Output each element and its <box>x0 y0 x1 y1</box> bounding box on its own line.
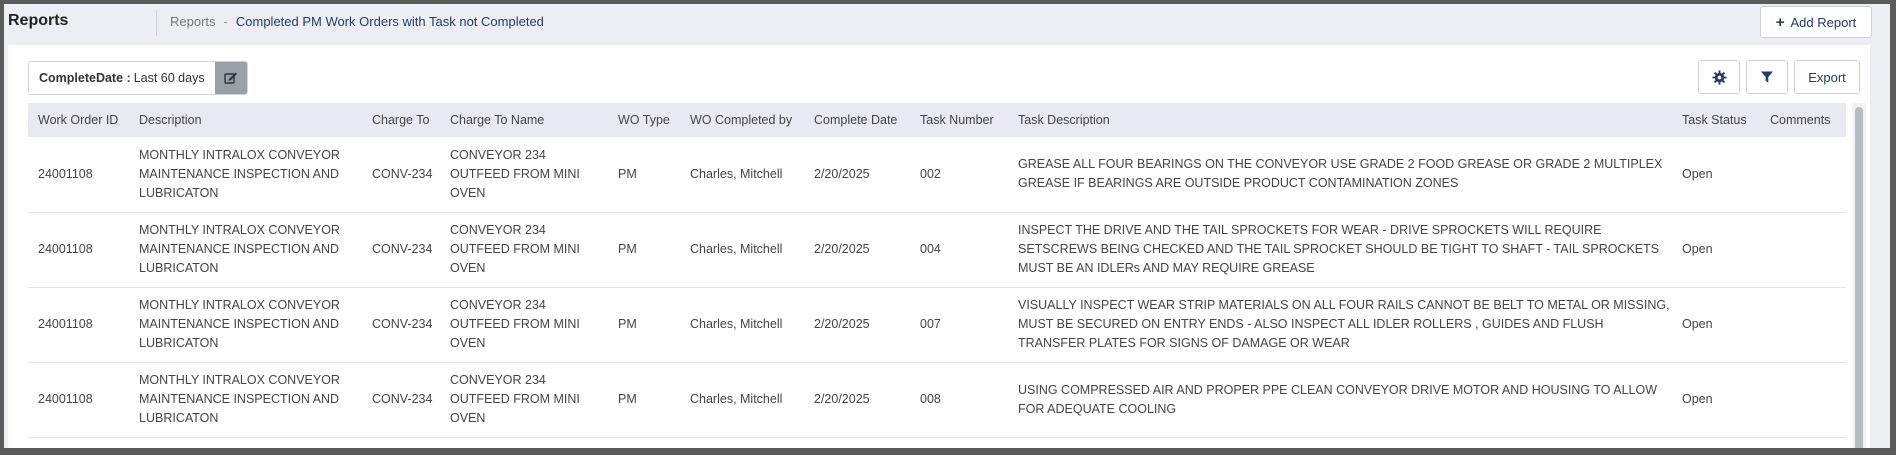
description-cell: MONTHLY INTRALOX CONVEYOR MAINTENANCE IN… <box>129 137 362 213</box>
complete-date-cell: 2/20/2025 <box>804 362 910 438</box>
column-header[interactable]: Complete Date <box>804 103 910 137</box>
column-header[interactable]: Description <box>129 103 362 137</box>
table-row[interactable]: 24001108 MONTHLY INTRALOX CONVEYOR MAINTE… <box>28 362 1846 438</box>
comments-cell <box>1760 362 1846 438</box>
date-filter-field: CompleteDate : <box>39 71 131 85</box>
task-description-cell: USING COMPRESSED AIR AND PROPER PPE CLEA… <box>1008 362 1672 438</box>
column-header[interactable]: WO Completed by <box>680 103 804 137</box>
breadcrumb-separator: - <box>223 14 228 29</box>
charge-to-cell: CONV-234 <box>362 362 440 438</box>
table-body: 24001108 MONTHLY INTRALOX CONVEYOR MAINTE… <box>28 137 1846 438</box>
add-report-label: Add Report <box>1790 14 1857 30</box>
task-status-cell: Open <box>1672 362 1760 438</box>
comments-cell <box>1760 212 1846 288</box>
task-description-cell: GREASE ALL FOUR BEARINGS ON THE CONVEYOR… <box>1008 137 1672 213</box>
wo-type-cell: PM <box>608 287 680 363</box>
work-order-id-cell: 24001108 <box>28 362 129 438</box>
column-header[interactable]: Task Description <box>1008 103 1672 137</box>
task-number-cell: 002 <box>910 137 1008 213</box>
complete-date-cell: 2/20/2025 <box>804 287 910 363</box>
description-cell: MONTHLY INTRALOX CONVEYOR MAINTENANCE IN… <box>129 212 362 288</box>
charge-to-cell: CONV-234 <box>362 212 440 288</box>
table-header-row: Work Order ID Description Charge To Charge … <box>28 103 1846 137</box>
wo-type-cell: PM <box>608 362 680 438</box>
task-number-cell: 004 <box>910 212 1008 288</box>
column-header[interactable]: Charge To <box>362 103 440 137</box>
column-header[interactable]: Comments <box>1760 103 1846 137</box>
task-number-cell: 008 <box>910 362 1008 438</box>
wo-type-cell: PM <box>608 137 680 213</box>
completed-by-cell: Charles, Mitchell <box>680 137 804 213</box>
table-row[interactable]: 24001108 MONTHLY INTRALOX CONVEYOR MAINTE… <box>28 212 1846 288</box>
work-order-id-cell: 24001108 <box>28 287 129 363</box>
task-status-cell: Open <box>1672 137 1760 213</box>
breadcrumb-current: Completed PM Work Orders with Task not C… <box>235 14 544 29</box>
report-panel: CompleteDate : Last 60 days Export Work … <box>8 45 1870 448</box>
page-header: Reports Reports - Completed PM Work Orders… <box>4 4 1890 44</box>
complete-date-cell: 2/20/2025 <box>804 212 910 288</box>
charge-to-name-cell: CONVEYOR 234 OUTFEED FROM MINI OVEN <box>440 212 608 288</box>
task-status-cell: Open <box>1672 212 1760 288</box>
charge-to-cell: CONV-234 <box>362 287 440 363</box>
table-row[interactable]: 24001108 MONTHLY INTRALOX CONVEYOR MAINTE… <box>28 287 1846 363</box>
description-cell: MONTHLY INTRALOX CONVEYOR MAINTENANCE IN… <box>129 287 362 363</box>
breadcrumb-root-link[interactable]: Reports <box>170 14 216 29</box>
work-order-id-cell: 24001108 <box>28 137 129 213</box>
settings-button[interactable] <box>1698 60 1740 94</box>
task-description-cell: VISUALLY INSPECT WEAR STRIP MATERIALS ON… <box>1008 287 1672 363</box>
column-header[interactable]: Charge To Name <box>440 103 608 137</box>
report-table: Work Order ID Description Charge To Charge … <box>28 103 1846 438</box>
work-order-id-cell: 24001108 <box>28 212 129 288</box>
scrollbar-thumb[interactable] <box>1855 107 1863 448</box>
column-header[interactable]: Task Status <box>1672 103 1760 137</box>
gear-icon <box>1711 69 1727 85</box>
breadcrumb: Reports - Completed PM Work Orders with Ta… <box>170 14 544 29</box>
completed-by-cell: Charles, Mitchell <box>680 362 804 438</box>
comments-cell <box>1760 137 1846 213</box>
date-filter-chip[interactable]: CompleteDate : Last 60 days <box>28 61 248 95</box>
charge-to-cell: CONV-234 <box>362 137 440 213</box>
description-cell: MONTHLY INTRALOX CONVEYOR MAINTENANCE IN… <box>129 362 362 438</box>
table-header: Work Order ID Description Charge To Charge … <box>28 103 1846 137</box>
completed-by-cell: Charles, Mitchell <box>680 212 804 288</box>
charge-to-name-cell: CONVEYOR 234 OUTFEED FROM MINI OVEN <box>440 287 608 363</box>
filter-icon <box>1761 71 1773 83</box>
column-header[interactable]: Work Order ID <box>28 103 129 137</box>
task-description-cell: INSPECT THE DRIVE AND THE TAIL SPROCKETS… <box>1008 212 1672 288</box>
header-divider <box>156 10 157 36</box>
vertical-scrollbar[interactable] <box>1852 103 1866 448</box>
charge-to-name-cell: CONVEYOR 234 OUTFEED FROM MINI OVEN <box>440 362 608 438</box>
date-filter-label: CompleteDate : Last 60 days <box>29 62 215 94</box>
export-button[interactable]: Export <box>1794 60 1860 94</box>
comments-cell <box>1760 287 1846 363</box>
edit-filter-button[interactable] <box>214 62 247 94</box>
completed-by-cell: Charles, Mitchell <box>680 287 804 363</box>
column-header[interactable]: Task Number <box>910 103 1008 137</box>
app-window: Reports Reports - Completed PM Work Orders… <box>4 4 1890 448</box>
charge-to-name-cell: CONVEYOR 234 OUTFEED FROM MINI OVEN <box>440 137 608 213</box>
table-row[interactable]: 24001108 MONTHLY INTRALOX CONVEYOR MAINTE… <box>28 137 1846 213</box>
complete-date-cell: 2/20/2025 <box>804 137 910 213</box>
page-title: Reports <box>8 12 69 29</box>
task-number-cell: 007 <box>910 287 1008 363</box>
edit-icon <box>223 72 237 84</box>
plus-icon: + <box>1775 13 1785 31</box>
report-table-container: Work Order ID Description Charge To Charge … <box>28 103 1868 448</box>
date-filter-value: Last 60 days <box>133 71 205 85</box>
column-header[interactable]: WO Type <box>608 103 680 137</box>
task-status-cell: Open <box>1672 287 1760 363</box>
add-report-button[interactable]: + Add Report <box>1760 6 1872 38</box>
wo-type-cell: PM <box>608 212 680 288</box>
filter-button[interactable] <box>1746 60 1788 94</box>
